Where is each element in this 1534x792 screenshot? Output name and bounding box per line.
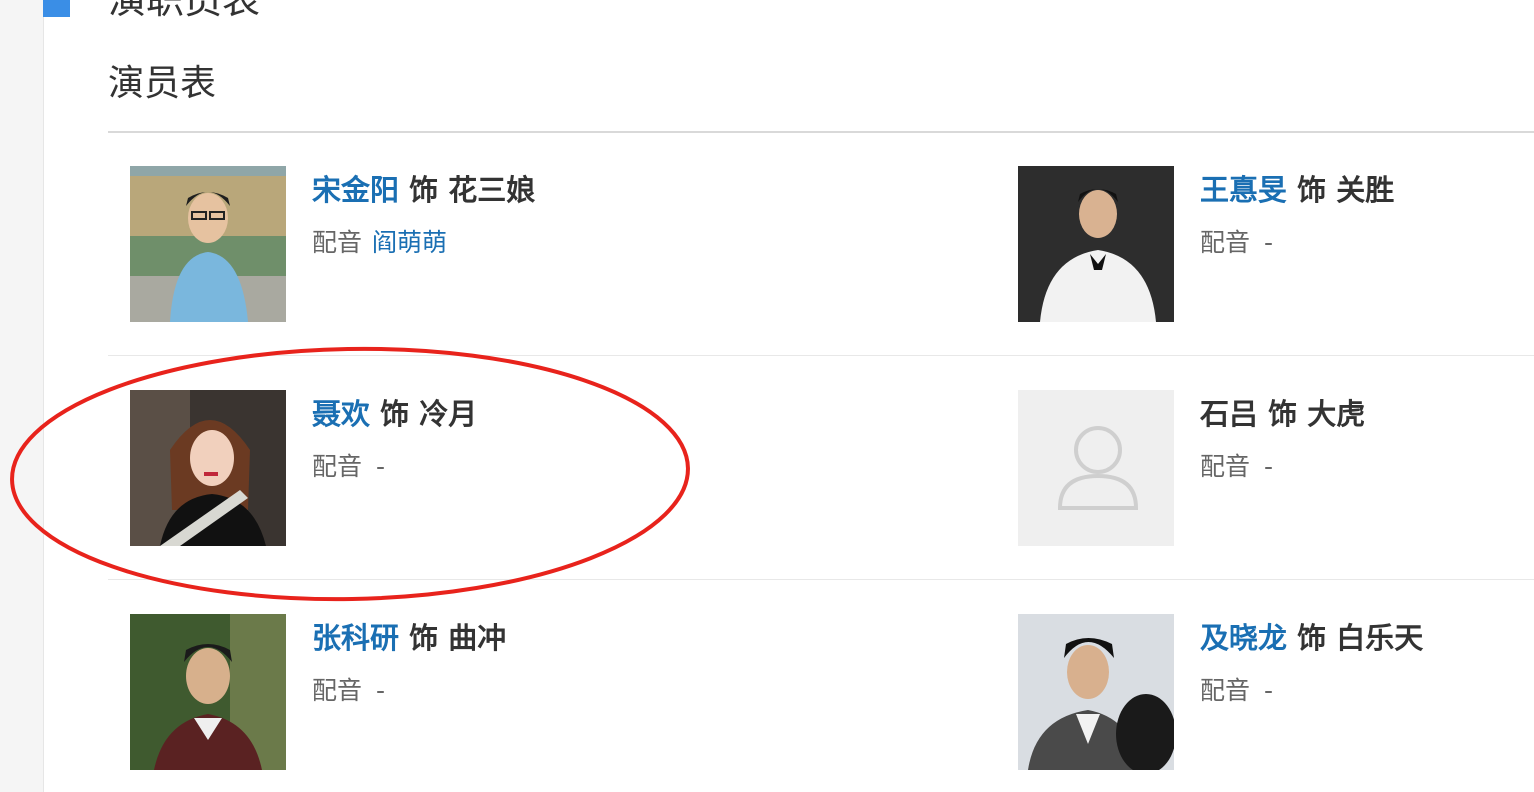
role-line: 王惪旻 饰 关胜 [1200,170,1394,210]
cast-card: 王惪旻 饰 关胜 配音 - [1018,166,1534,326]
role-name: 花三娘 [448,173,536,207]
role-connector: 饰 [409,621,439,655]
voice-actor: - [1264,676,1274,705]
voice-label: 配音 [312,452,363,481]
role-line: 聂欢 饰 冷月 [312,394,477,434]
left-rail [0,0,44,792]
row-divider [108,579,1534,580]
voice-label: 配音 [1200,676,1251,705]
role-connector: 饰 [380,397,410,431]
role-name: 白乐天 [1336,621,1424,655]
role-connector: 饰 [1268,397,1298,431]
subsection-title: 演员表 [108,63,217,104]
actor-photo-image [130,614,286,770]
role-connector: 饰 [1297,621,1327,655]
voice-line: 配音 阎萌萌 [312,226,447,260]
avatar-placeholder[interactable] [1018,390,1174,546]
voice-line: 配音 - [1200,226,1273,260]
actor-photo[interactable] [1018,166,1174,322]
voice-line: 配音 - [1200,450,1273,484]
actor-photo[interactable] [1018,614,1174,770]
actor-name-link[interactable]: 张科研 [312,621,399,655]
voice-actor: - [1264,452,1274,481]
actor-photo-image [1018,614,1174,770]
voice-line: 配音 - [312,450,385,484]
voice-label: 配音 [1200,228,1251,257]
cast-card: 张科研 饰 曲冲 配音 - [130,614,730,774]
actor-photo[interactable] [130,614,286,770]
voice-actor: - [376,452,386,481]
role-line: 宋金阳 饰 花三娘 [312,170,535,210]
voice-actor: - [1264,228,1274,257]
voice-actor: - [376,676,386,705]
voice-line: 配音 - [1200,674,1273,708]
row-divider [108,355,1534,356]
cast-card: 及晓龙 饰 白乐天 配音 - [1018,614,1534,774]
actor-photo[interactable] [130,390,286,546]
role-name: 曲冲 [448,621,507,655]
role-connector: 饰 [409,173,439,207]
actor-name-link[interactable]: 聂欢 [312,397,370,431]
role-line: 及晓龙 饰 白乐天 [1200,618,1423,658]
voice-label: 配音 [312,228,363,257]
cast-card: 宋金阳 饰 花三娘 配音 阎萌萌 [130,166,730,326]
section-marker [43,0,70,17]
subsection-divider [108,131,1534,133]
voice-label: 配音 [1200,452,1251,481]
section-title: 演职员表 [108,0,261,22]
role-line: 张科研 饰 曲冲 [312,618,506,658]
voice-actor-link[interactable]: 阎萌萌 [372,228,447,257]
role-name: 冷月 [419,397,478,431]
actor-name-link[interactable]: 及晓龙 [1200,621,1287,655]
voice-label: 配音 [312,676,363,705]
role-name: 大虎 [1307,397,1366,431]
actor-name-link[interactable]: 宋金阳 [312,173,399,207]
cast-card: 聂欢 饰 冷月 配音 - [130,390,730,550]
actor-photo-image [1018,166,1174,322]
user-icon [1018,390,1174,546]
actor-photo[interactable] [130,166,286,322]
voice-line: 配音 - [312,674,385,708]
actor-name: 石吕 [1200,397,1259,431]
role-connector: 饰 [1297,173,1327,207]
cast-card: 石吕 饰 大虎 配音 - [1018,390,1534,550]
role-name: 关胜 [1336,173,1395,207]
actor-photo-image [130,166,286,322]
actor-name-link[interactable]: 王惪旻 [1200,173,1287,207]
actor-photo-image [130,390,286,546]
role-line: 石吕 饰 大虎 [1200,394,1365,434]
